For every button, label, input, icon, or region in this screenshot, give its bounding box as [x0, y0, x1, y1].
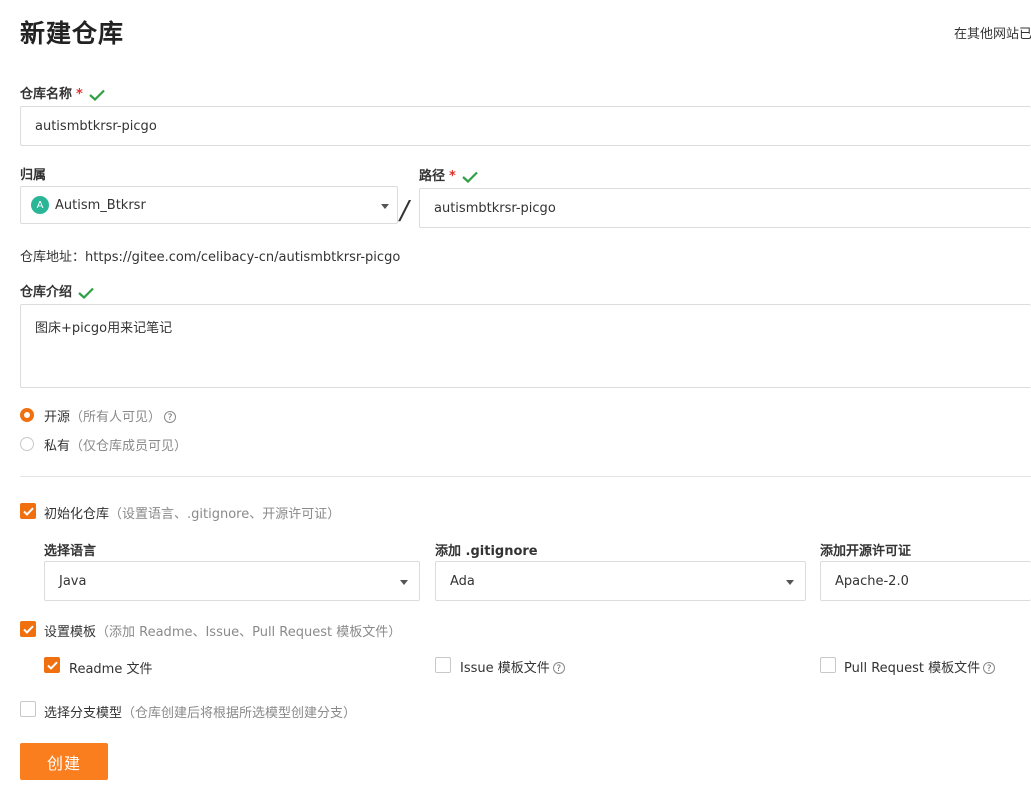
required-mark: * [449, 169, 456, 184]
create-button[interactable]: 创建 [20, 743, 108, 780]
owner-label: 归属 [20, 168, 47, 183]
check-icon [46, 661, 58, 670]
private-note: （仅仓库成员可见） [70, 439, 188, 454]
issue-template-checkbox[interactable] [435, 657, 451, 673]
repo-name-label-text: 仓库名称 [20, 87, 73, 102]
branch-model-option[interactable]: 选择分支模型（仓库创建后将根据所选模型创建分支） [44, 702, 356, 721]
help-icon[interactable]: ? [552, 662, 565, 674]
help-icon[interactable]: ? [983, 662, 996, 674]
valid-check-icon [89, 89, 105, 101]
gitignore-value: Ada [450, 573, 475, 589]
readme-checkbox[interactable] [44, 657, 60, 673]
readme-label[interactable]: Readme 文件 [69, 658, 152, 677]
radio-open-source[interactable] [20, 408, 34, 422]
init-repo-checkbox[interactable] [20, 503, 36, 519]
repo-name-label: 仓库名称 * [20, 83, 105, 102]
description-label-text: 仓库介绍 [20, 285, 73, 300]
open-source-label: 开源 [44, 410, 71, 425]
init-repo-note: （设置语言、.gitignore、开源许可证） [109, 507, 341, 522]
repo-address-url: https://gitee.com/celibacy-cn/autismbtkr… [85, 250, 401, 265]
issue-template-option[interactable]: Issue 模板文件? [460, 657, 565, 676]
page-title: 新建仓库 [20, 19, 125, 48]
path-separator: / [400, 196, 409, 226]
chevron-down-icon [786, 580, 794, 585]
owner-select[interactable]: A Autism_Btkrsr [20, 186, 398, 224]
templates-checkbox[interactable] [20, 621, 36, 637]
gitignore-select[interactable]: Ada [435, 561, 806, 601]
templates-option[interactable]: 设置模板（添加 Readme、Issue、Pull Request 模板文件） [44, 621, 401, 640]
path-label-text: 路径 [419, 169, 446, 184]
license-select[interactable]: Apache-2.0 [820, 561, 1031, 601]
repo-address-label: 仓库地址： [20, 250, 86, 265]
repo-name-value: autismbtkrsr-picgo [35, 118, 157, 134]
owner-value: Autism_Btkrsr [55, 197, 146, 213]
pull-request-template-checkbox[interactable] [820, 657, 836, 673]
check-icon [22, 507, 34, 516]
templates-label: 设置模板 [44, 625, 97, 640]
init-repo-label: 初始化仓库 [44, 507, 110, 522]
description-label: 仓库介绍 [20, 281, 94, 300]
help-icon[interactable]: ? [164, 411, 177, 423]
required-mark: * [76, 87, 83, 102]
path-label: 路径 * [419, 165, 478, 184]
language-label: 选择语言 [44, 544, 97, 559]
issue-template-label: Issue 模板文件 [460, 661, 550, 676]
gitignore-label: 添加 .gitignore [435, 544, 538, 559]
divider [20, 476, 1031, 477]
radio-private[interactable] [20, 437, 34, 451]
avatar: A [31, 196, 49, 214]
license-value: Apache-2.0 [835, 573, 909, 589]
check-icon [22, 625, 34, 634]
description-value: 图床+picgo用来记笔记 [35, 321, 173, 336]
license-label: 添加开源许可证 [820, 544, 912, 559]
valid-check-icon [78, 287, 94, 299]
open-source-note: （所有人可见） [70, 410, 162, 425]
path-input[interactable]: autismbtkrsr-picgo [419, 188, 1031, 228]
valid-check-icon [462, 171, 478, 183]
description-textarea[interactable]: 图床+picgo用来记笔记 [20, 304, 1031, 388]
private-option[interactable]: 私有（仅仓库成员可见） [44, 435, 187, 454]
branch-model-label: 选择分支模型 [44, 706, 123, 721]
repo-name-input[interactable]: autismbtkrsr-picgo [20, 106, 1031, 146]
branch-model-checkbox[interactable] [20, 701, 36, 717]
pull-request-template-label: Pull Request 模板文件 [844, 661, 981, 676]
repo-address: 仓库地址：https://gitee.com/celibacy-cn/autis… [20, 246, 400, 265]
language-select[interactable]: Java [44, 561, 420, 601]
chevron-down-icon [400, 580, 408, 585]
templates-note: （添加 Readme、Issue、Pull Request 模板文件） [96, 625, 402, 640]
pull-request-template-option[interactable]: Pull Request 模板文件? [844, 657, 996, 676]
language-value: Java [59, 573, 87, 589]
private-label: 私有 [44, 439, 71, 454]
init-repo-option[interactable]: 初始化仓库（设置语言、.gitignore、开源许可证） [44, 503, 340, 522]
chevron-down-icon [381, 204, 389, 209]
branch-model-note: （仓库创建后将根据所选模型创建分支） [122, 706, 357, 721]
path-value: autismbtkrsr-picgo [434, 200, 556, 216]
import-from-other-site-link[interactable]: 在其他网站已 [954, 23, 1031, 42]
open-source-option[interactable]: 开源（所有人可见）? [44, 406, 177, 425]
